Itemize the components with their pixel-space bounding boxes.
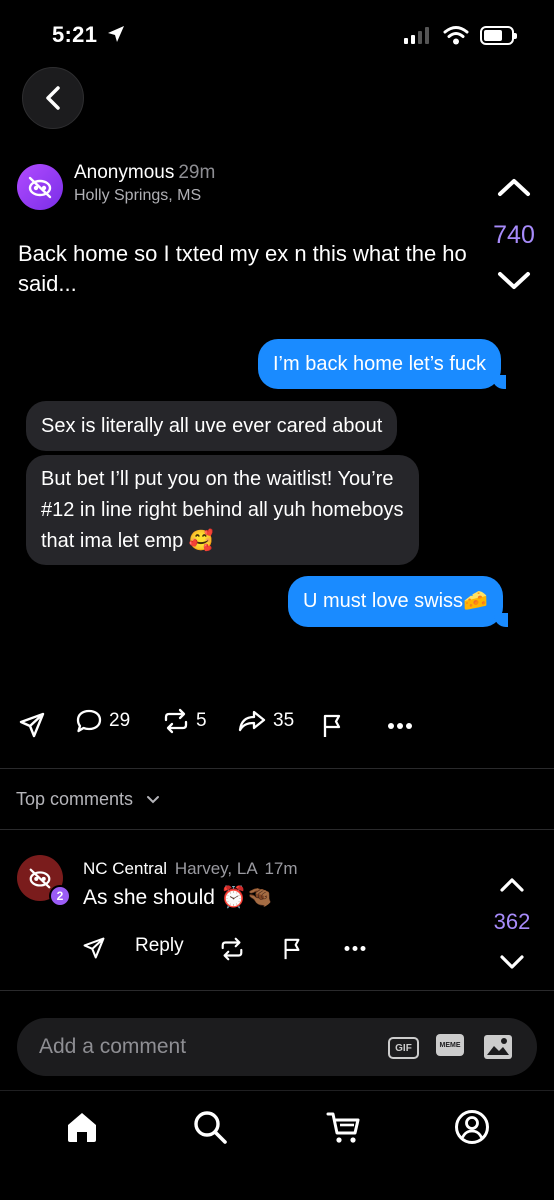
- comment-text: As she should ⏰🤏🏾: [83, 886, 274, 909]
- level-badge: 2: [49, 885, 71, 907]
- tab-bar: [0, 1090, 554, 1200]
- comment-composer: GIF MEME: [17, 1018, 537, 1076]
- chevron-down-icon: [147, 796, 160, 804]
- comment-downvote-button[interactable]: [499, 953, 525, 971]
- received-message-bubble: Sex is literally all uve ever cared abou…: [26, 401, 398, 451]
- message-text: Sex is literally all uve ever cared abou…: [41, 415, 383, 437]
- profile-icon[interactable]: [454, 1109, 490, 1145]
- gif-button[interactable]: GIF: [388, 1037, 419, 1059]
- sort-label: Top comments: [16, 789, 134, 809]
- commenter-location: Harvey, LA: [174, 859, 257, 878]
- received-message-bubble: But bet I’ll put you on the waitlist! Yo…: [26, 455, 419, 565]
- meme-button[interactable]: MEME: [436, 1034, 464, 1056]
- flag-icon[interactable]: [320, 713, 344, 739]
- comment-repost-icon[interactable]: [219, 936, 245, 962]
- post-score: 740: [493, 221, 535, 249]
- message-text: But bet I’ll put you on the waitlist! Yo…: [41, 468, 404, 552]
- comment-upvote-button[interactable]: [499, 876, 525, 894]
- comment-time: 17m: [264, 859, 298, 878]
- image-upload-icon[interactable]: [483, 1034, 513, 1060]
- anonymous-mask-icon: [29, 868, 51, 889]
- downvote-button[interactable]: [496, 270, 532, 292]
- sent-message-bubble: U must love swiss🧀: [288, 576, 508, 627]
- send-icon[interactable]: [18, 711, 46, 739]
- wifi-icon: [443, 26, 469, 45]
- sent-message-bubble: I’m back home let’s fuck: [258, 339, 507, 389]
- message-text: U must love swiss🧀: [303, 590, 488, 612]
- comment-flag-icon[interactable]: [281, 937, 303, 961]
- comment-send-icon[interactable]: [82, 936, 106, 960]
- repost-action[interactable]: 5: [162, 707, 207, 735]
- more-options-icon[interactable]: [387, 722, 413, 730]
- signal-icon: [404, 27, 429, 44]
- post-location: Holly Springs, MS: [74, 187, 202, 204]
- status-time: 5:21: [52, 22, 98, 47]
- comment-input[interactable]: [39, 1018, 379, 1076]
- comment-bubble-icon: [76, 709, 102, 733]
- post-author[interactable]: Anonymous 29m: [74, 162, 215, 184]
- comment-score: 362: [493, 909, 531, 934]
- comments-sort-dropdown[interactable]: Top comments: [16, 789, 160, 810]
- share-action[interactable]: 35: [237, 707, 294, 735]
- comments-count: 29: [109, 710, 131, 731]
- divider: [0, 768, 554, 769]
- home-icon[interactable]: [64, 1109, 100, 1145]
- search-icon[interactable]: [192, 1109, 228, 1145]
- reply-label: Reply: [135, 935, 184, 956]
- divider: [0, 990, 554, 991]
- message-text: I’m back home let’s fuck: [273, 353, 487, 375]
- back-button[interactable]: [22, 67, 84, 129]
- chevron-left-icon: [46, 86, 60, 110]
- upvote-button[interactable]: [496, 176, 532, 198]
- comments-action[interactable]: 29: [75, 707, 130, 735]
- comment-author[interactable]: NC Central Harvey, LA 17m: [83, 859, 298, 879]
- comment-more-icon[interactable]: [344, 945, 366, 952]
- location-arrow-icon: [108, 26, 124, 42]
- author-avatar[interactable]: [17, 164, 63, 210]
- divider: [0, 829, 554, 830]
- author-name: Anonymous: [74, 162, 175, 183]
- repost-icon: [164, 708, 188, 734]
- reply-button[interactable]: Reply: [135, 935, 184, 957]
- post-time: 29m: [178, 162, 216, 183]
- repost-count: 5: [196, 710, 207, 731]
- anonymous-mask-icon: [28, 176, 52, 199]
- commenter-name: NC Central: [83, 859, 168, 878]
- share-arrow-icon: [238, 710, 266, 732]
- cart-icon[interactable]: [326, 1109, 362, 1145]
- post-text: Back home so I txted my ex n this what t…: [18, 241, 467, 296]
- share-count: 35: [273, 710, 295, 731]
- battery-icon: [480, 26, 517, 45]
